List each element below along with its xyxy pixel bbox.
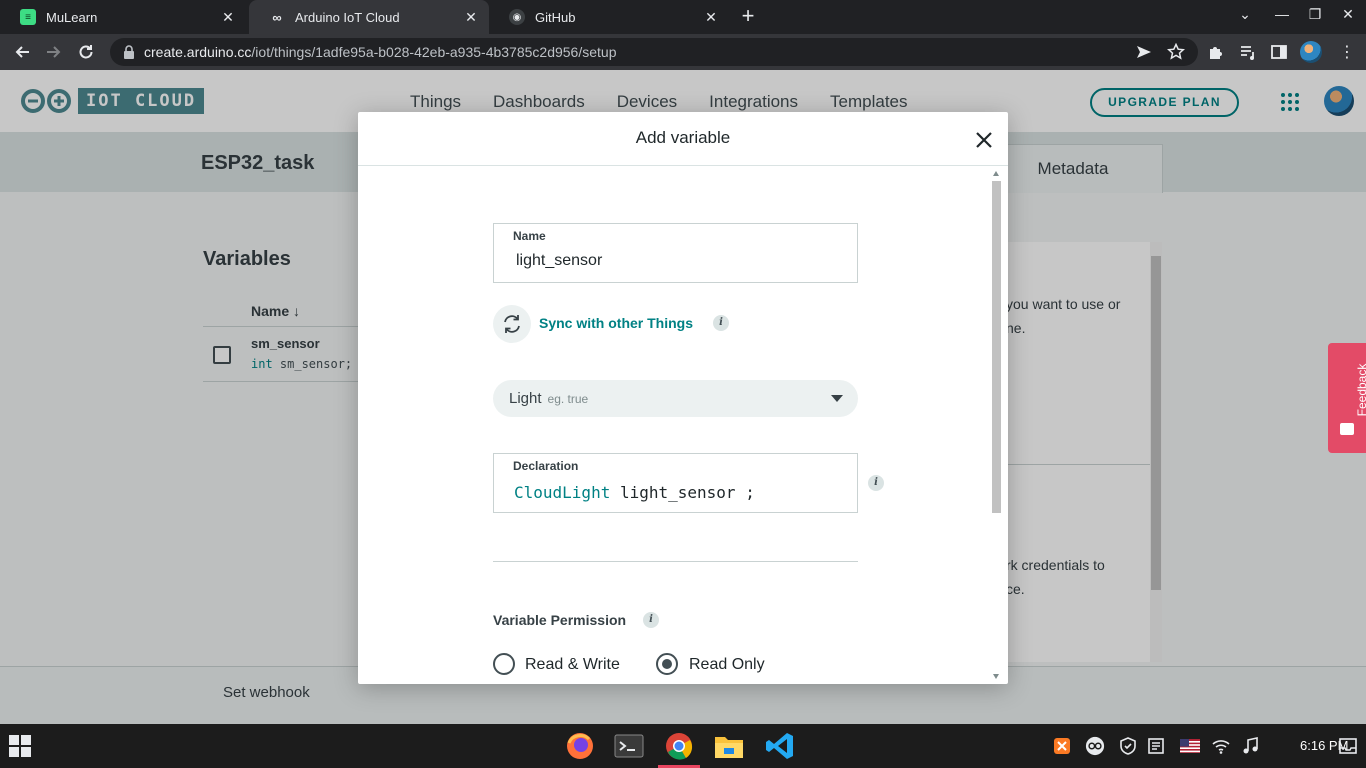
music-note-icon[interactable] <box>1240 736 1260 756</box>
vscode-icon[interactable] <box>764 730 796 762</box>
firefox-icon[interactable] <box>564 730 596 762</box>
tab-label: Arduino IoT Cloud <box>295 9 400 25</box>
bookmark-star-icon[interactable] <box>1165 41 1187 63</box>
read-only-radio[interactable] <box>656 653 678 675</box>
arduino-favicon-icon: ∞ <box>272 9 282 25</box>
tab-mulearn[interactable]: ≡ MuLearn ✕ <box>0 0 246 34</box>
browser-tab-bar: ≡ MuLearn ✕ ∞ Arduino IoT Cloud ✕ ◉ GitH… <box>0 0 1366 34</box>
us-flag-language-icon[interactable] <box>1180 736 1200 756</box>
url-text: create.arduino.cc/iot/things/1adfe95a-b0… <box>144 44 617 60</box>
info-icon[interactable]: i <box>643 612 659 628</box>
close-tab-icon[interactable]: ✕ <box>703 9 719 25</box>
type-select-value: Light eg. true <box>509 390 589 407</box>
reload-icon[interactable] <box>74 40 98 64</box>
read-write-radio[interactable] <box>493 653 515 675</box>
feedback-label: Feedback <box>1355 363 1366 417</box>
chevron-down-icon <box>831 395 843 402</box>
declaration-field: Declaration CloudLight light_sensor ; <box>493 453 858 513</box>
browser-menu-icon[interactable]: ⋮ <box>1336 41 1358 63</box>
feedback-button[interactable]: Feedback <box>1328 343 1366 453</box>
back-icon[interactable] <box>10 40 34 64</box>
forward-icon[interactable] <box>42 40 66 64</box>
info-icon[interactable]: i <box>868 475 884 491</box>
tab-label: MuLearn <box>46 9 98 25</box>
declaration-label: Declaration <box>513 459 579 473</box>
github-favicon-icon: ◉ <box>509 9 525 25</box>
dialog-header: Add variable <box>358 112 1008 166</box>
side-panel-icon[interactable] <box>1268 41 1290 63</box>
close-window-icon[interactable]: ✕ <box>1336 6 1360 28</box>
sync-icon <box>504 315 520 333</box>
dialog-scrollbar[interactable] <box>990 167 1002 684</box>
scroll-down-icon[interactable] <box>993 674 999 679</box>
page-content: IOT CLOUD Things Dashboards Devices Inte… <box>0 70 1366 724</box>
minimize-icon[interactable]: — <box>1270 6 1294 28</box>
lock-icon[interactable] <box>122 45 136 59</box>
arduino-tray-icon[interactable] <box>1085 736 1105 756</box>
notification-center-icon[interactable] <box>1338 736 1358 756</box>
sync-with-other-things-link[interactable]: Sync with other Things <box>539 315 693 331</box>
tab-search-chevron-icon[interactable]: ⌄ <box>1233 6 1257 28</box>
file-explorer-icon[interactable] <box>713 730 745 762</box>
dialog-title: Add variable <box>635 128 731 147</box>
name-field[interactable]: Name light_sensor <box>493 223 858 283</box>
browser-toolbar: create.arduino.cc/iot/things/1adfe95a-b0… <box>0 34 1366 70</box>
declaration-code: CloudLight light_sensor ; <box>514 483 755 502</box>
shield-icon[interactable] <box>1118 736 1138 756</box>
variable-type-select[interactable]: Light eg. true <box>493 380 858 417</box>
close-tab-icon[interactable]: ✕ <box>463 9 479 25</box>
maximize-icon[interactable]: ❐ <box>1303 6 1327 28</box>
name-input[interactable]: light_sensor <box>516 252 602 270</box>
chrome-icon[interactable] <box>663 730 695 762</box>
send-icon[interactable] <box>1133 41 1155 63</box>
extensions-puzzle-icon[interactable] <box>1205 41 1227 63</box>
dialog-body: Name light_sensor Sync with other Things… <box>358 167 1008 684</box>
read-only-label[interactable]: Read Only <box>689 656 765 674</box>
read-write-label[interactable]: Read & Write <box>525 656 620 674</box>
mulearn-favicon-icon: ≡ <box>20 9 36 25</box>
add-variable-dialog: Add variable Name light_sensor Sync with… <box>358 112 1008 684</box>
os-taskbar: 6:16 PM <box>0 724 1366 768</box>
tab-label: GitHub <box>535 9 576 25</box>
xampp-tray-icon[interactable] <box>1052 736 1072 756</box>
close-tab-icon[interactable]: ✕ <box>220 9 236 25</box>
wifi-icon[interactable] <box>1211 736 1231 756</box>
terminal-icon[interactable] <box>613 730 645 762</box>
new-tab-icon[interactable]: + <box>736 5 760 29</box>
start-menu-icon[interactable] <box>4 730 36 762</box>
divider <box>493 561 858 562</box>
tab-arduino-iot-cloud[interactable]: ∞ Arduino IoT Cloud ✕ <box>249 0 489 34</box>
variable-permission-label: Variable Permission <box>493 612 627 628</box>
address-bar[interactable]: create.arduino.cc/iot/things/1adfe95a-b0… <box>110 38 1198 66</box>
close-icon[interactable] <box>972 128 996 152</box>
sync-button[interactable] <box>493 305 531 343</box>
tab-github[interactable]: ◉ GitHub ✕ <box>489 0 729 34</box>
notes-icon[interactable] <box>1146 736 1166 756</box>
chat-icon <box>1340 423 1354 435</box>
scrollbar-thumb[interactable] <box>992 181 1001 513</box>
scroll-up-icon[interactable] <box>993 171 999 176</box>
name-field-label: Name <box>513 229 546 243</box>
profile-avatar-icon[interactable] <box>1300 41 1322 63</box>
media-queue-icon[interactable] <box>1237 41 1259 63</box>
info-icon[interactable]: i <box>713 315 729 331</box>
